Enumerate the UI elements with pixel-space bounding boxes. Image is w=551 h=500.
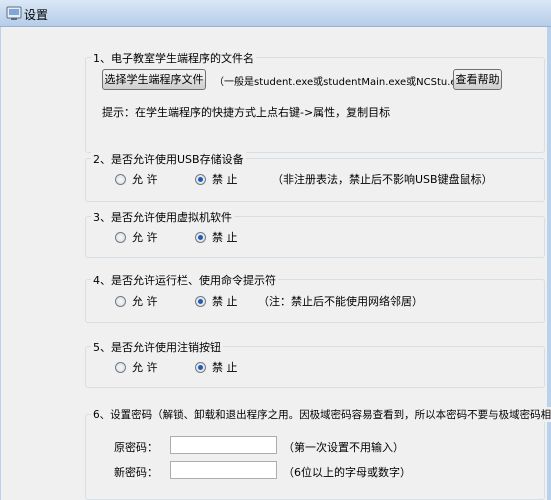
radio-circle [195, 361, 206, 373]
vm-allow-radio[interactable]: 允 许 [115, 229, 158, 245]
group-student-program: 1、电子教室学生端程序的文件名 选择学生端程序文件 （一般是student.ex… [85, 50, 545, 153]
new-password-label: 新密码： [114, 466, 158, 479]
radio-label: 允 许 [132, 231, 158, 244]
usb-allow-radio[interactable]: 允 许 [115, 171, 158, 187]
old-password-note: （第一次设置不用输入） [283, 441, 404, 454]
new-password-input[interactable] [170, 461, 277, 479]
group-run-cmd-title: 4、是否允许运行栏、使用命令提示符 [91, 272, 278, 288]
settings-form: 1、电子教室学生端程序的文件名 选择学生端程序文件 （一般是student.ex… [1, 27, 551, 500]
vm-deny-radio[interactable]: 禁 止 [195, 229, 238, 245]
radio-circle [195, 173, 206, 185]
group-logout: 5、是否允许使用注销按钮 允 许 禁 止 [85, 339, 545, 388]
radio-circle [115, 295, 126, 307]
run-cmd-allow-radio[interactable]: 允 许 [115, 293, 158, 309]
radio-circle [195, 295, 206, 307]
group-vm-title: 3、是否允许使用虚拟机软件 [91, 209, 234, 225]
group-vm: 3、是否允许使用虚拟机软件 允 许 禁 止 [85, 209, 545, 258]
radio-label: 允 许 [132, 173, 158, 186]
radio-label: 禁 止 [212, 231, 238, 244]
radio-circle [195, 231, 206, 243]
usb-deny-radio[interactable]: 禁 止 [195, 171, 238, 187]
settings-app-icon [6, 6, 22, 20]
student-program-hint: （一般是student.exe或studentMain.exe或NCStu.ex… [214, 77, 479, 88]
logout-allow-radio[interactable]: 允 许 [115, 359, 158, 375]
radio-label: 禁 止 [212, 173, 238, 186]
student-program-tip: 提示：在学生端程序的快捷方式上点右键->属性，复制目标 [102, 106, 391, 119]
select-student-program-button[interactable]: 选择学生端程序文件 [102, 69, 206, 90]
group-usb: 2、是否允许使用USB存储设备 允 许 禁 止 （非注册表法，禁止后不影响USB… [85, 151, 545, 202]
new-password-note: （6位以上的字母或数字） [283, 466, 411, 479]
radio-label: 允 许 [132, 295, 158, 308]
run-cmd-deny-radio[interactable]: 禁 止 [195, 293, 238, 309]
logout-deny-radio[interactable]: 禁 止 [195, 359, 238, 375]
radio-label: 禁 止 [212, 295, 238, 308]
radio-circle [115, 231, 126, 243]
group-student-program-title: 1、电子教室学生端程序的文件名 [91, 50, 256, 66]
usb-note: （非注册表法，禁止后不影响USB键盘鼠标） [272, 173, 493, 186]
radio-label: 允 许 [132, 361, 158, 374]
radio-circle [115, 361, 126, 373]
group-password: 6、设置密码（解锁、卸载和退出程序之用。因极域密码容易查看到，所以本密码不要与极… [85, 407, 551, 500]
run-cmd-note: （注：禁止后不能使用网络邻居） [258, 295, 423, 308]
title-bar[interactable]: 设置 [0, 0, 551, 27]
group-logout-title: 5、是否允许使用注销按钮 [91, 339, 223, 355]
group-run-cmd: 4、是否允许运行栏、使用命令提示符 允 许 禁 止 （注：禁止后不能使用网络邻居… [85, 272, 545, 323]
window-title: 设置 [24, 8, 49, 22]
group-usb-title: 2、是否允许使用USB存储设备 [91, 151, 246, 167]
radio-circle [115, 173, 126, 185]
old-password-label: 原密码： [114, 441, 158, 454]
group-password-title: 6、设置密码（解锁、卸载和退出程序之用。因极域密码容易查看到，所以本密码不要与极… [91, 407, 551, 422]
radio-label: 禁 止 [212, 361, 238, 374]
old-password-input[interactable] [170, 436, 277, 454]
view-help-button[interactable]: 查看帮助 [453, 69, 502, 90]
